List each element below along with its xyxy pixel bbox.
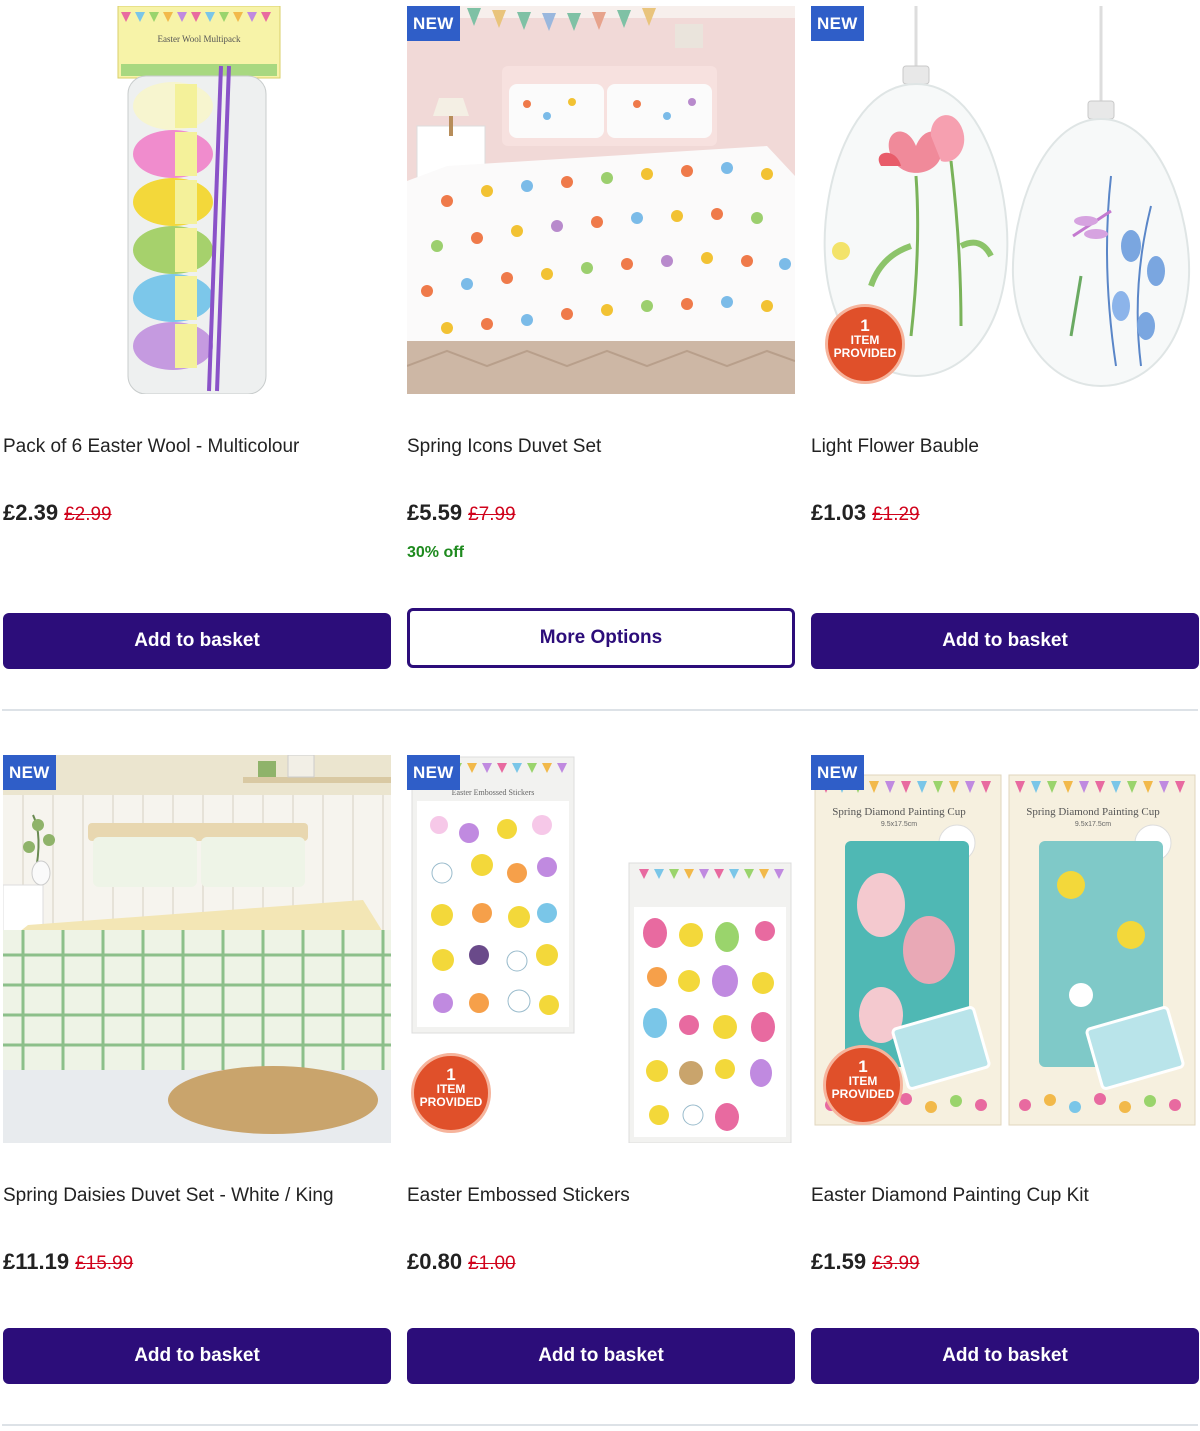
- item-provided-count: 1: [860, 316, 870, 335]
- was-price: £2.99: [64, 504, 112, 525]
- product-image-easter-embossed-stickers[interactable]: Easter Embossed Stickers NEW 1 ITEM PROV…: [407, 755, 795, 1143]
- was-price: £15.99: [75, 1253, 134, 1274]
- current-price: £11.19: [3, 1249, 70, 1274]
- item-provided-count: 1: [446, 1065, 456, 1084]
- item-provided-label: ITEM PROVIDED: [831, 1074, 895, 1101]
- product-image-easter-wool[interactable]: Easter Wool Multipack: [3, 6, 391, 394]
- current-price: £5.59: [407, 500, 463, 525]
- price-row: £0.80 £1.00: [407, 1249, 516, 1275]
- current-price: £0.80: [407, 1249, 463, 1274]
- product-title[interactable]: Pack of 6 Easter Wool - Multicolour: [3, 436, 299, 458]
- cup-size-label: 9.5x17.5cm: [881, 821, 917, 828]
- new-badge: NEW: [3, 755, 56, 790]
- current-price: £1.03: [811, 500, 867, 525]
- item-provided-label: ITEM PROVIDED: [833, 333, 897, 360]
- product-title[interactable]: Light Flower Bauble: [811, 436, 979, 458]
- cup-pack-label: Spring Diamond Painting Cup: [832, 806, 966, 818]
- product-title[interactable]: Spring Icons Duvet Set: [407, 436, 601, 458]
- was-price: £1.00: [468, 1253, 516, 1274]
- product-image-spring-daisies-duvet[interactable]: NEW: [3, 755, 391, 1143]
- new-badge: NEW: [407, 755, 460, 790]
- was-price: £1.29: [872, 504, 920, 525]
- product-title[interactable]: Spring Daisies Duvet Set - White / King: [3, 1185, 334, 1207]
- row-divider: [2, 1424, 1198, 1426]
- new-badge: NEW: [811, 6, 864, 41]
- product-image-spring-icons-duvet[interactable]: NEW: [407, 6, 795, 394]
- add-to-basket-button[interactable]: Add to basket: [811, 613, 1199, 669]
- item-provided-badge: 1 ITEM PROVIDED: [411, 1053, 491, 1133]
- was-price: £3.99: [872, 1253, 920, 1274]
- cup-size-label: 9.5x17.5cm: [1075, 821, 1111, 828]
- add-to-basket-button[interactable]: Add to basket: [407, 1328, 795, 1384]
- price-row: £1.59 £3.99: [811, 1249, 920, 1275]
- new-badge: NEW: [407, 6, 460, 41]
- add-to-basket-button[interactable]: Add to basket: [3, 1328, 391, 1384]
- cup-pack-label: Spring Diamond Painting Cup: [1026, 806, 1160, 818]
- add-to-basket-button[interactable]: Add to basket: [811, 1328, 1199, 1384]
- wool-pack-label: Easter Wool Multipack: [157, 34, 241, 44]
- item-provided-badge: 1 ITEM PROVIDED: [825, 304, 905, 384]
- was-price: £7.99: [468, 504, 516, 525]
- price-row: £11.19 £15.99: [3, 1249, 133, 1275]
- new-badge: NEW: [811, 755, 864, 790]
- more-options-button[interactable]: More Options: [407, 608, 795, 668]
- price-row: £2.39 £2.99: [3, 500, 112, 526]
- price-row: £5.59 £7.99: [407, 500, 516, 526]
- current-price: £1.59: [811, 1249, 867, 1274]
- product-image-easter-diamond-painting-cup-kit[interactable]: Spring Diamond Painting Cup Spring Diamo…: [811, 755, 1199, 1143]
- add-to-basket-button[interactable]: Add to basket: [3, 613, 391, 669]
- item-provided-label: ITEM PROVIDED: [419, 1082, 483, 1109]
- saving-label: 30% off: [407, 544, 464, 561]
- stickers-pack-label: Easter Embossed Stickers: [452, 788, 535, 797]
- price-row: £1.03 £1.29: [811, 500, 920, 526]
- product-image-light-flower-bauble[interactable]: NEW 1 ITEM PROVIDED: [811, 6, 1199, 394]
- product-title[interactable]: Easter Embossed Stickers: [407, 1185, 630, 1207]
- product-title[interactable]: Easter Diamond Painting Cup Kit: [811, 1185, 1089, 1207]
- row-divider: [2, 709, 1198, 711]
- item-provided-count: 1: [858, 1057, 868, 1076]
- item-provided-badge: 1 ITEM PROVIDED: [823, 1045, 903, 1125]
- current-price: £2.39: [3, 500, 59, 525]
